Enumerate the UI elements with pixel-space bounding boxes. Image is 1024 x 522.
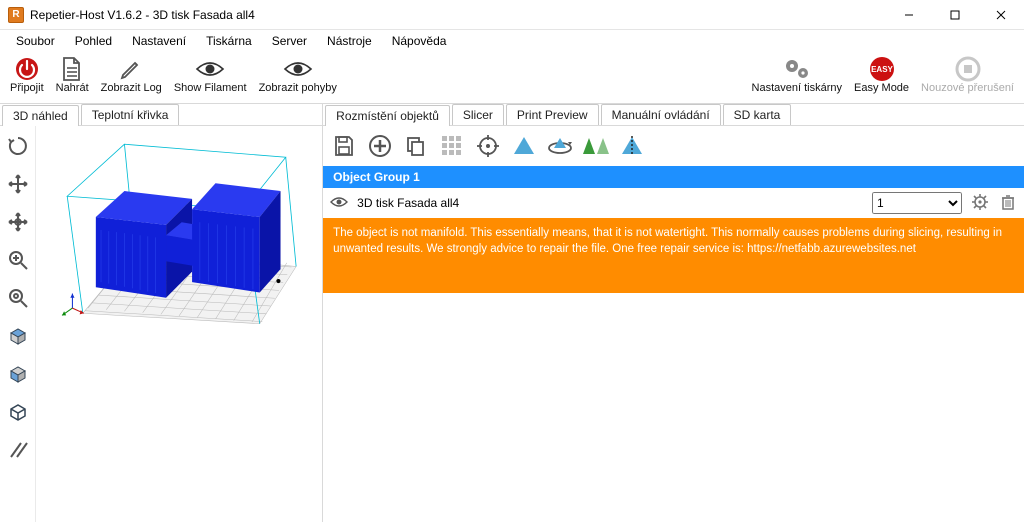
emergency-stop-label: Nouzové přerušení (921, 82, 1014, 94)
close-button[interactable] (978, 0, 1024, 30)
visibility-toggle-icon[interactable] (329, 196, 349, 211)
gears-icon (782, 56, 812, 82)
stop-icon (953, 56, 983, 82)
cube-top-icon[interactable] (4, 322, 32, 350)
emergency-stop-button[interactable]: Nouzové přerušení (915, 54, 1020, 96)
tab-manual-control[interactable]: Manuální ovládání (601, 104, 721, 125)
move-icon[interactable] (4, 170, 32, 198)
object-copies-select[interactable]: 1 2 3 4 (872, 192, 962, 214)
power-icon (12, 56, 42, 82)
printer-settings-label: Nastavení tiskárny (752, 82, 842, 94)
show-filament-label: Show Filament (174, 82, 247, 94)
connect-label: Připojit (10, 82, 44, 94)
window-title: Repetier-Host V1.6.2 - 3D tisk Fasada al… (30, 8, 255, 22)
scale-icon[interactable] (509, 131, 539, 161)
object-group-header[interactable]: Object Group 1 (323, 166, 1024, 188)
zoom-in-icon[interactable] (4, 246, 32, 274)
connect-button[interactable]: Připojit (4, 54, 50, 96)
manifold-warning: The object is not manifold. This essenti… (323, 218, 1024, 293)
menu-nastaveni[interactable]: Nastavení (122, 32, 196, 50)
left-tabstrip: 3D náhled Teplotní křivka (0, 104, 322, 126)
tab-temperature-curve[interactable]: Teplotní křivka (81, 104, 180, 125)
app-icon: R (8, 7, 24, 23)
minimize-button[interactable] (886, 0, 932, 30)
object-delete-icon[interactable] (998, 194, 1018, 213)
right-tabstrip: Rozmístění objektů Slicer Print Preview … (323, 104, 1024, 126)
tab-print-preview[interactable]: Print Preview (506, 104, 599, 125)
client-area: 3D náhled Teplotní křivka (0, 104, 1024, 522)
reset-view-icon[interactable] (4, 132, 32, 160)
document-icon (57, 56, 87, 82)
object-settings-icon[interactable] (970, 194, 990, 213)
pencil-icon (116, 56, 146, 82)
left-pane: 3D náhled Teplotní křivka (0, 104, 323, 522)
object-toolbar (323, 126, 1024, 166)
menu-tiskarna[interactable]: Tiskárna (196, 32, 262, 50)
mirror-icon[interactable] (581, 131, 611, 161)
center-icon[interactable] (473, 131, 503, 161)
menu-server[interactable]: Server (262, 32, 317, 50)
tab-slicer[interactable]: Slicer (452, 104, 504, 125)
upload-label: Nahrát (56, 82, 89, 94)
easy-icon: EASY (867, 56, 897, 82)
printer-settings-button[interactable]: Nastavení tiskárny (746, 54, 848, 96)
show-moves-label: Zobrazit pohyby (259, 82, 337, 94)
cube-front-icon[interactable] (4, 360, 32, 388)
grid-icon[interactable] (437, 131, 467, 161)
add-icon[interactable] (365, 131, 395, 161)
object-name[interactable]: 3D tisk Fasada all4 (357, 196, 864, 210)
3d-viewport[interactable] (36, 126, 322, 522)
menu-napoveda[interactable]: Nápověda (382, 32, 457, 50)
parallel-lines-icon[interactable] (4, 436, 32, 464)
menubar: Soubor Pohled Nastavení Tiskárna Server … (0, 30, 1024, 52)
easy-mode-button[interactable]: EASY Easy Mode (848, 54, 915, 96)
rotate-icon[interactable] (545, 131, 575, 161)
cube-wire-icon[interactable] (4, 398, 32, 426)
right-pane: Rozmístění objektů Slicer Print Preview … (323, 104, 1024, 522)
object-row: 3D tisk Fasada all4 1 2 3 4 (323, 188, 1024, 218)
show-filament-button[interactable]: Show Filament (168, 54, 253, 96)
maximize-button[interactable] (932, 0, 978, 30)
tab-3d-preview[interactable]: 3D náhled (2, 105, 79, 126)
easy-mode-label: Easy Mode (854, 82, 909, 94)
svg-text:EASY: EASY (871, 65, 893, 74)
menu-pohled[interactable]: Pohled (65, 32, 122, 50)
show-log-button[interactable]: Zobrazit Log (95, 54, 168, 96)
menu-nastroje[interactable]: Nástroje (317, 32, 382, 50)
copy-icon[interactable] (401, 131, 431, 161)
show-log-label: Zobrazit Log (101, 82, 162, 94)
eye-icon (195, 56, 225, 82)
eye-icon (283, 56, 313, 82)
titlebar: R Repetier-Host V1.6.2 - 3D tisk Fasada … (0, 0, 1024, 30)
cut-icon[interactable] (617, 131, 647, 161)
zoom-fit-icon[interactable] (4, 284, 32, 312)
main-toolbar: Připojit Nahrát Zobrazit Log Show Filame… (0, 52, 1024, 104)
tab-sd-card[interactable]: SD karta (723, 104, 792, 125)
upload-button[interactable]: Nahrát (50, 54, 95, 96)
save-icon[interactable] (329, 131, 359, 161)
view-toolbar (0, 126, 36, 522)
view-area (0, 126, 322, 522)
menu-soubor[interactable]: Soubor (6, 32, 65, 50)
show-moves-button[interactable]: Zobrazit pohyby (253, 54, 343, 96)
move-z-icon[interactable] (4, 208, 32, 236)
tab-object-placement[interactable]: Rozmístění objektů (325, 105, 450, 126)
